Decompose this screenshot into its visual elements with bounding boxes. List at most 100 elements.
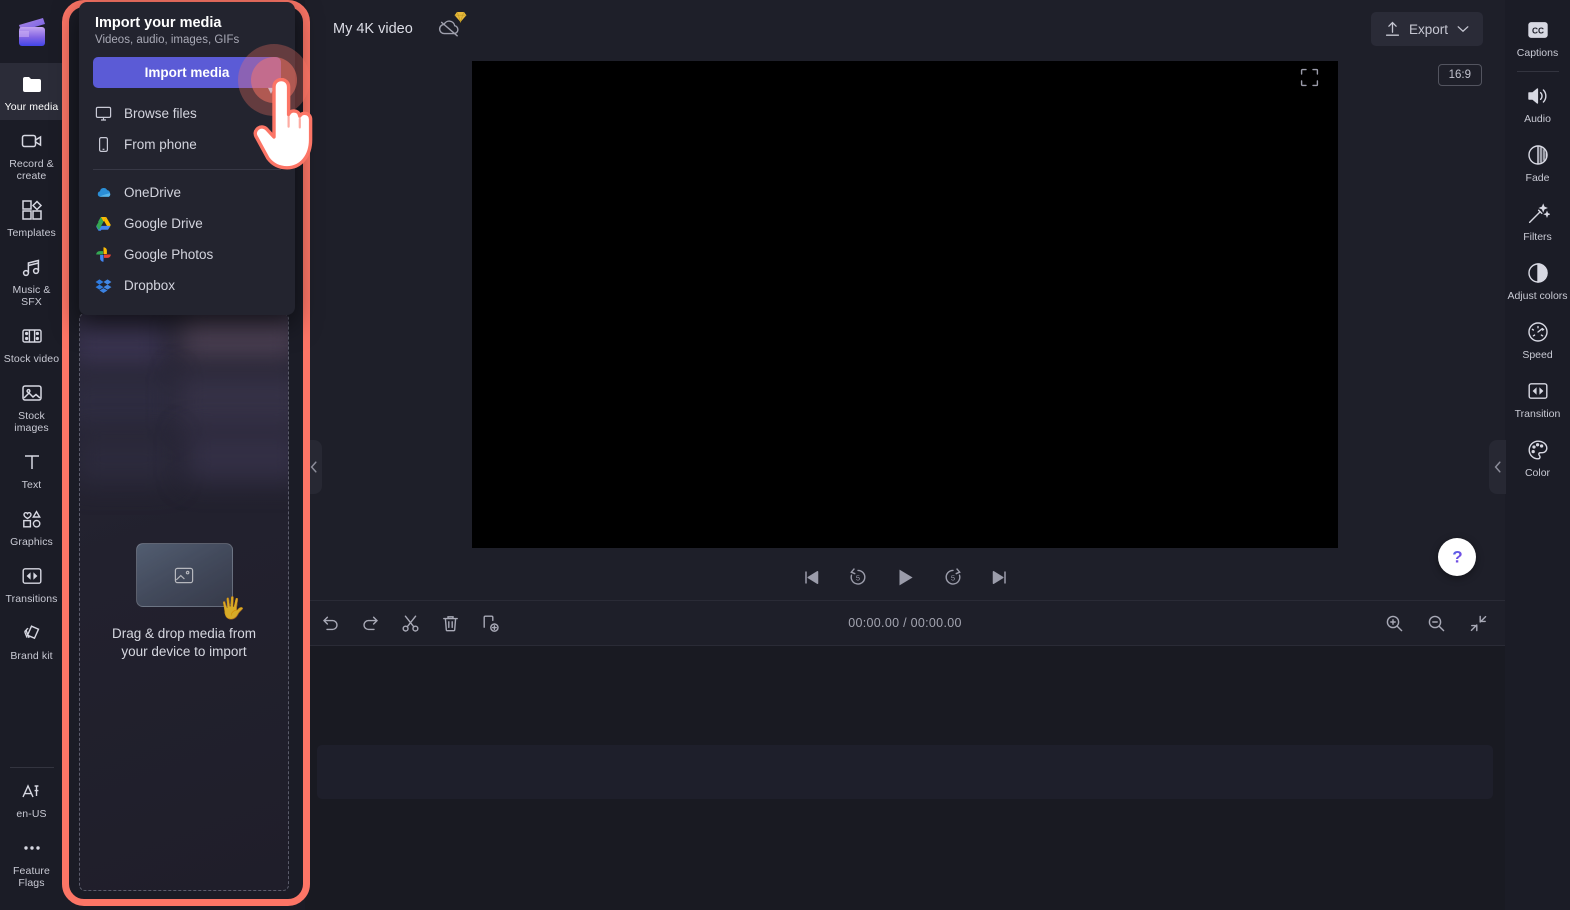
sidebar-label: Templates (7, 227, 56, 239)
right-item-transition[interactable]: Transition (1505, 369, 1570, 428)
import-media-button[interactable]: Import media (93, 57, 281, 88)
chevron-left-icon (1494, 461, 1502, 473)
collapse-properties-panel-button[interactable] (1489, 440, 1506, 494)
timeline-zoom-group (1381, 610, 1491, 636)
sidebar-item-language[interactable]: en-US (0, 770, 63, 827)
zoom-in-button[interactable] (1381, 610, 1407, 636)
dropdown-item-browse-files[interactable]: Browse files (79, 98, 295, 129)
dropdown-divider (93, 169, 281, 170)
dropzone-text: Drag & drop media from your device to im… (112, 625, 256, 661)
skip-to-end-button[interactable] (989, 567, 1010, 588)
dropdown-item-from-phone[interactable]: From phone (79, 129, 295, 160)
dropdown-item-label: Dropbox (124, 278, 175, 293)
phone-icon (95, 136, 112, 153)
sidebar-item-music-sfx[interactable]: Music & SFX (0, 246, 63, 315)
ellipsis-icon (20, 836, 44, 860)
sidebar-label: en-US (16, 808, 46, 820)
sidebar-item-text[interactable]: Text (0, 441, 63, 498)
sidebar-item-transitions[interactable]: Transitions (0, 555, 63, 612)
diamond-premium-icon (454, 11, 467, 23)
dropdown-cloud-list: OneDrive Google Drive (79, 174, 295, 301)
cc-icon: CC (1526, 18, 1550, 42)
right-item-label: Fade (1526, 172, 1550, 184)
right-item-captions[interactable]: CC Captions (1505, 8, 1570, 67)
play-button[interactable] (894, 566, 917, 589)
clipchamp-editor-window: Your media Record & create Templates (0, 0, 1570, 910)
dropdown-title: Import your media (79, 2, 295, 31)
sidebar-divider (10, 767, 54, 768)
sidebar-item-brand-kit[interactable]: Brand kit (0, 612, 63, 669)
right-item-label: Color (1525, 467, 1550, 479)
collapse-media-panel-button[interactable] (305, 440, 322, 494)
film-strip-icon (20, 324, 44, 348)
export-button[interactable]: Export (1371, 12, 1483, 46)
sidebar-label: Transitions (5, 593, 57, 605)
dropdown-item-onedrive[interactable]: OneDrive (79, 177, 295, 208)
right-item-speed[interactable]: Speed (1505, 310, 1570, 369)
chevron-down-icon: ▾ (268, 83, 274, 97)
zoom-out-button[interactable] (1423, 610, 1449, 636)
rewind-5s-button[interactable]: 5 (847, 566, 869, 588)
sidebar-item-templates[interactable]: Templates (0, 189, 63, 246)
sidebar-item-record-create[interactable]: Record & create (0, 120, 63, 189)
question-mark-icon: ? (1448, 546, 1467, 568)
right-item-audio[interactable]: Audio (1505, 74, 1570, 133)
aspect-ratio-badge[interactable]: 16:9 (1438, 64, 1482, 86)
fade-circle-icon (1526, 143, 1550, 167)
timeline-body[interactable] (305, 646, 1505, 910)
brand-kit-icon (20, 621, 44, 645)
video-camera-icon (20, 129, 44, 153)
image-icon (20, 381, 44, 405)
right-item-color[interactable]: Color (1505, 428, 1570, 487)
left-sidebar: Your media Record & create Templates (0, 0, 63, 910)
sidebar-label: Graphics (10, 536, 53, 548)
cloud-sync-status[interactable] (437, 16, 463, 42)
sidebar-item-stock-images[interactable]: Stock images (0, 372, 63, 441)
templates-grid-icon (20, 198, 44, 222)
sidebar-item-stock-video[interactable]: Stock video (0, 315, 63, 372)
skip-to-start-button[interactable] (801, 567, 822, 588)
delete-button[interactable] (437, 610, 463, 636)
right-item-fade[interactable]: Fade (1505, 133, 1570, 192)
sidebar-label: Record & create (2, 158, 61, 182)
google-photos-icon (95, 246, 112, 263)
right-item-label: Audio (1524, 113, 1551, 125)
magic-wand-icon (1526, 202, 1550, 226)
forward-5s-button[interactable]: 5 (942, 566, 964, 588)
media-dropzone[interactable]: 🖐 Drag & drop media from your device to … (79, 313, 289, 891)
timeline-toolbar: 00:00.00 / 00:00.00 (305, 600, 1505, 646)
preview-area: 16:9 5 (305, 58, 1505, 598)
sidebar-item-graphics[interactable]: Graphics (0, 498, 63, 555)
dropdown-item-label: From phone (124, 137, 197, 152)
sidebar-label: Stock video (4, 353, 59, 365)
fullscreen-button[interactable] (1300, 68, 1319, 87)
left-sidebar-bottom: en-US Feature Flags (0, 759, 63, 910)
dropdown-item-google-drive[interactable]: Google Drive (79, 208, 295, 239)
timeline-tool-group (305, 610, 503, 636)
fit-to-screen-button[interactable] (1465, 610, 1491, 636)
sidebar-item-feature-flags[interactable]: Feature Flags (0, 827, 63, 896)
duplicate-button[interactable] (477, 610, 503, 636)
sidebar-item-your-media[interactable]: Your media (0, 63, 63, 120)
right-item-filters[interactable]: Filters (1505, 192, 1570, 251)
project-title-input[interactable]: My 4K video (333, 21, 413, 37)
video-preview-canvas[interactable] (472, 61, 1338, 548)
language-icon (20, 779, 44, 803)
image-placeholder-icon (174, 567, 194, 584)
undo-button[interactable] (317, 610, 343, 636)
right-item-label: Transition (1515, 408, 1561, 420)
dropdown-item-google-photos[interactable]: Google Photos (79, 239, 295, 270)
sidebar-label: Your media (5, 101, 59, 113)
speaker-icon (1526, 84, 1550, 108)
help-button[interactable]: ? (1438, 538, 1476, 576)
dropdown-item-dropbox[interactable]: Dropbox (79, 270, 295, 301)
app-logo[interactable] (0, 0, 63, 63)
timeline-track-empty[interactable] (317, 745, 1493, 799)
right-item-adjust-colors[interactable]: Adjust colors (1505, 251, 1570, 310)
right-item-label: Adjust colors (1507, 290, 1567, 302)
dropzone-thumbnail: 🖐 (136, 543, 233, 607)
split-button[interactable] (397, 610, 423, 636)
top-bar: My 4K video (305, 0, 1505, 58)
sidebar-label: Feature Flags (2, 865, 61, 889)
redo-button[interactable] (357, 610, 383, 636)
